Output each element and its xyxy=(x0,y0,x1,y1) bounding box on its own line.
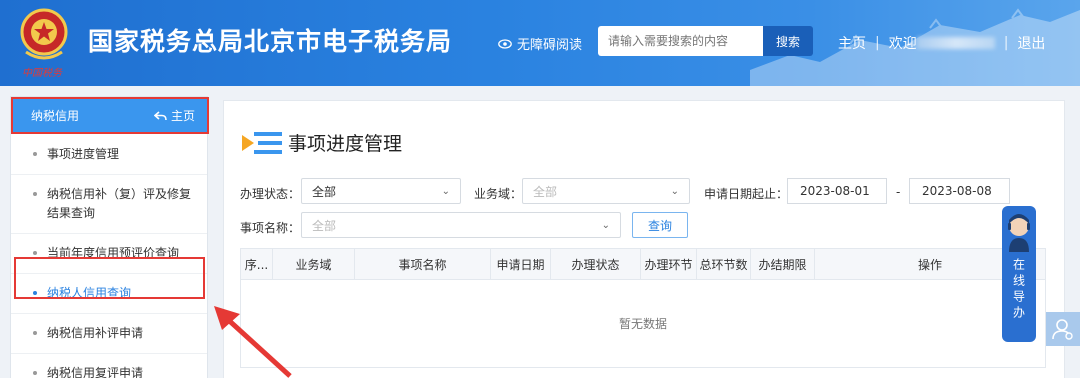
status-label: 办理状态： xyxy=(240,187,301,201)
sidebar-header: 纳税信用 主页 xyxy=(11,97,209,134)
column-header[interactable]: 事项名称 xyxy=(355,249,491,279)
return-arrow-icon xyxy=(153,110,167,120)
item-name-label: 事项名称： xyxy=(240,221,301,235)
search-button[interactable]: 搜索 xyxy=(763,26,813,56)
home-link[interactable]: 主页 xyxy=(838,33,866,53)
sidebar-item-label: 纳税信用补评申请 xyxy=(47,326,144,340)
site-title: 国家税务总局北京市电子税务局 xyxy=(88,27,453,56)
accessibility-label: 无障碍阅读 xyxy=(517,38,583,53)
sidebar-item-label: 事项进度管理 xyxy=(47,147,120,161)
chevron-down-icon: ⌄ xyxy=(670,185,679,197)
status-select[interactable]: 全部 ⌄ xyxy=(301,178,461,204)
sidebar-title: 纳税信用 xyxy=(31,109,80,123)
column-header[interactable]: 办理状态 xyxy=(551,249,641,279)
query-button[interactable]: 查询 xyxy=(632,212,688,238)
column-header[interactable]: 业务域 xyxy=(273,249,355,279)
status-value: 全部 xyxy=(312,184,337,199)
user-profile-button[interactable] xyxy=(1046,312,1080,346)
column-header[interactable]: 总环节数 xyxy=(697,249,751,279)
assistant-avatar-icon xyxy=(1008,214,1030,252)
column-header[interactable]: 序... xyxy=(241,249,273,279)
date-separator: - xyxy=(896,185,901,199)
accessibility-link[interactable]: 无障碍阅读 xyxy=(498,34,582,53)
date-from-input[interactable]: 2023-08-01 xyxy=(787,178,887,204)
sidebar-home-link[interactable]: 主页 xyxy=(153,107,195,124)
username-redacted xyxy=(916,37,995,49)
domain-label: 业务域： xyxy=(474,187,523,201)
sidebar: 纳税信用 主页 事项进度管理 纳税信用补（复）评及修复结果查询 当前年度信用预评… xyxy=(10,96,209,378)
sidebar-item-label: 纳税信用复评申请 xyxy=(47,366,144,378)
search-input[interactable] xyxy=(598,26,763,56)
highlight-box-credit-query xyxy=(14,257,205,299)
top-divider: | xyxy=(875,35,880,51)
top-links: 主页 | 欢迎 | 退出 xyxy=(838,33,1045,53)
chevron-down-icon: ⌄ xyxy=(601,219,610,231)
online-guide-button[interactable]: 在线导办 xyxy=(1002,206,1036,342)
date-to-input[interactable]: 2023-08-08 xyxy=(909,178,1010,204)
top-divider: | xyxy=(1003,35,1009,51)
date-range-label: 申请日期起止： xyxy=(704,187,789,201)
column-header[interactable]: 办结期限 xyxy=(751,249,815,279)
table-header: 序... 业务域 事项名称 申请日期 办理状态 办理环节 总环节数 办结期限 操… xyxy=(240,248,1046,280)
chevron-down-icon: ⌄ xyxy=(441,185,450,197)
sidebar-item-review-apply[interactable]: 纳税信用复评申请 xyxy=(11,354,207,378)
sidebar-item-supplement-apply[interactable]: 纳税信用补评申请 xyxy=(11,314,207,354)
user-icon xyxy=(1052,319,1073,340)
sidebar-home-label: 主页 xyxy=(170,109,195,123)
logout-link[interactable]: 退出 xyxy=(1017,33,1045,53)
welcome-text: 欢迎 xyxy=(888,36,917,52)
table-body: 暂无数据 xyxy=(240,280,1046,368)
sidebar-item-repair-query[interactable]: 纳税信用补（复）评及修复结果查询 xyxy=(11,175,207,234)
column-header[interactable]: 申请日期 xyxy=(491,249,551,279)
tax-emblem-logo[interactable]: 中国税务 xyxy=(18,6,70,79)
domain-placeholder: 全部 xyxy=(533,184,558,199)
item-name-select[interactable]: 全部 ⌄ xyxy=(301,212,621,238)
site-header: 中国税务 国家税务总局北京市电子税务局 无障碍阅读 搜索 主页 | 欢迎 | 退… xyxy=(0,0,1080,86)
sidebar-item-label: 纳税信用补（复）评及修复结果查询 xyxy=(47,187,192,220)
eye-icon xyxy=(498,38,512,49)
item-name-placeholder: 全部 xyxy=(312,218,337,233)
domain-select[interactable]: 全部 ⌄ xyxy=(522,178,690,204)
column-header[interactable]: 办理环节 xyxy=(641,249,697,279)
page-title: 事项进度管理 xyxy=(288,133,403,155)
online-guide-label: 在线导办 xyxy=(1011,258,1026,322)
emblem-caption: 中国税务 xyxy=(22,68,62,79)
list-icon xyxy=(242,131,282,154)
empty-state-text: 暂无数据 xyxy=(618,317,667,331)
sidebar-item-progress[interactable]: 事项进度管理 xyxy=(11,135,207,175)
page-heading: 事项进度管理 xyxy=(242,129,402,156)
annotation-arrow xyxy=(214,306,292,378)
